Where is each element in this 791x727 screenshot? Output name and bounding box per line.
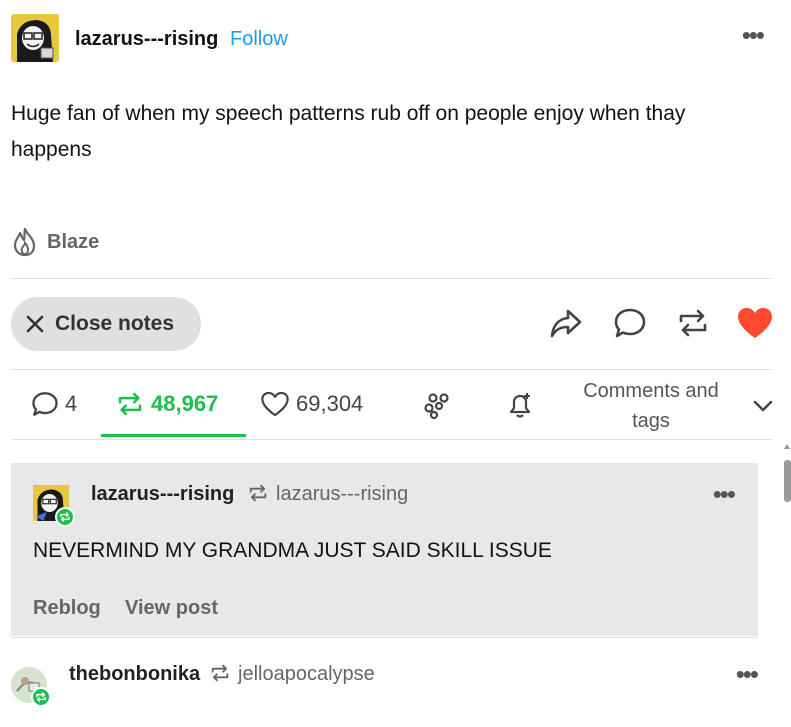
post-header: lazarus---rising Follow ••• <box>11 11 781 65</box>
tab-replies[interactable]: 4 <box>31 390 77 418</box>
close-icon <box>26 315 44 333</box>
notes-tab-bar: 4 48,967 69,304 Comments and tags <box>11 370 781 438</box>
flame-icon <box>13 227 36 257</box>
reblog-note-card: lazarus---rising lazarus---rising ••• NE… <box>11 463 758 636</box>
tab-likes[interactable]: 69,304 <box>260 390 363 418</box>
blog-name[interactable]: lazarus---rising <box>75 28 218 51</box>
reblog-source-name[interactable]: jelloapocalypse <box>238 663 375 686</box>
reblog-note-row: thebonbonika jelloapocalypse ••• <box>11 655 781 715</box>
divider <box>11 439 772 440</box>
close-notes-button[interactable]: Close notes <box>11 297 201 351</box>
reblog-badge-icon <box>55 507 75 527</box>
share-icon[interactable] <box>547 304 585 342</box>
active-tab-indicator <box>101 434 246 437</box>
scroll-up-arrow-icon[interactable] <box>784 444 790 449</box>
heart-outline-icon <box>261 391 289 417</box>
reblog-button[interactable]: Reblog <box>33 597 101 620</box>
close-notes-label: Close notes <box>55 312 175 335</box>
divider <box>11 278 772 279</box>
reblog-icon[interactable] <box>674 304 712 342</box>
reblogger-name[interactable]: lazarus---rising <box>91 483 234 506</box>
reblogs-count: 48,967 <box>151 391 219 416</box>
follow-button[interactable]: Follow <box>230 28 288 51</box>
avatar[interactable] <box>11 667 51 707</box>
community-icon <box>424 393 449 420</box>
replies-count: 4 <box>65 391 78 416</box>
view-post-link[interactable]: View post <box>125 597 218 620</box>
more-options-icon[interactable]: ••• <box>736 659 759 690</box>
avatar[interactable] <box>33 485 75 527</box>
scrollbar-thumb[interactable] <box>784 460 791 502</box>
reblog-source-name[interactable]: lazarus---rising <box>276 483 408 506</box>
more-options-icon[interactable]: ••• <box>742 22 765 48</box>
tab-activity[interactable] <box>505 390 535 420</box>
likes-count: 69,304 <box>296 391 364 416</box>
divider <box>11 637 758 638</box>
reblogger-name[interactable]: thebonbonika <box>69 663 200 686</box>
tab-comments-and-tags[interactable]: Comments and tags <box>571 376 731 436</box>
chevron-down-icon[interactable] <box>751 394 775 423</box>
reblog-icon <box>247 483 269 508</box>
post-body-text: Huge fan of when my speech patterns rub … <box>11 102 686 161</box>
reblog-badge-icon <box>31 687 51 707</box>
blaze-label: Blaze <box>47 230 100 253</box>
reblog-comment-text: NEVERMIND MY GRANDMA JUST SAID SKILL ISS… <box>33 539 552 562</box>
more-options-icon[interactable]: ••• <box>713 479 736 510</box>
reblog-icon <box>118 392 142 416</box>
blog-avatar[interactable] <box>11 14 59 62</box>
reblog-icon <box>209 663 231 688</box>
like-icon[interactable] <box>736 304 774 342</box>
blaze-button[interactable]: Blaze <box>11 226 99 258</box>
tab-community[interactable] <box>423 390 453 420</box>
reply-icon <box>32 392 58 416</box>
tab-reblogs[interactable]: 48,967 <box>115 390 218 418</box>
reply-icon[interactable] <box>611 304 649 342</box>
bell-plus-icon <box>509 393 531 418</box>
